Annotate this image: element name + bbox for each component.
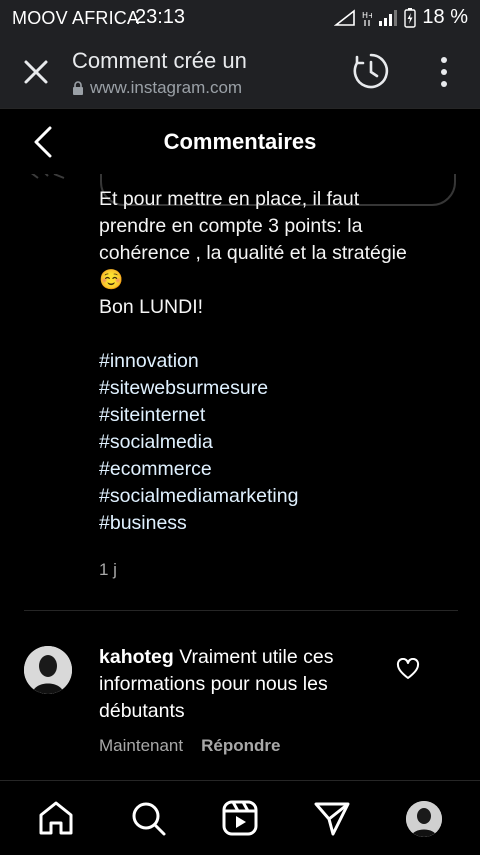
status-bar: MOOV AFRICA 23:13 H+ 18 % [0, 0, 480, 36]
caption-line: Et pour mettre en place, il faut [99, 188, 360, 210]
hashtag-link[interactable]: #socialmediamarketing [99, 483, 449, 510]
signal-outline-icon [334, 8, 356, 26]
comment-username[interactable]: kahoteg [99, 646, 174, 668]
hashtag-link[interactable]: #business [99, 510, 449, 537]
lock-icon [73, 81, 83, 95]
history-icon[interactable] [352, 52, 390, 90]
page-title: Commentaires [163, 129, 317, 154]
comment-avatar[interactable] [24, 646, 72, 694]
caption-emoji: ☺️ [99, 269, 124, 291]
hashtag-link[interactable]: #sitewebsurmesure [99, 375, 449, 402]
heart-icon[interactable] [396, 658, 420, 680]
home-icon[interactable] [37, 799, 75, 837]
divider [24, 610, 458, 611]
profile-avatar[interactable] [406, 801, 442, 837]
hashtag-link[interactable]: #ecommerce [99, 456, 449, 483]
search-icon[interactable] [129, 799, 167, 837]
status-time: 23:13 [135, 6, 186, 28]
caption-line: prendre en compte 3 points: la [99, 215, 363, 237]
reply-button[interactable]: Répondre [201, 736, 280, 756]
comments-list[interactable]: Et pour mettre en place, il faut prendre… [0, 174, 480, 780]
comments-header: Commentaires [0, 108, 480, 175]
browser-page-title: Comment crée un [72, 48, 247, 73]
svg-text:H+: H+ [362, 11, 372, 20]
more-vert-icon[interactable] [430, 54, 458, 90]
hplus-icon: H+ [362, 11, 372, 26]
browser-url[interactable]: www.instagram.com [72, 78, 242, 98]
signal-bars-icon [379, 9, 398, 26]
post-timestamp: 1 j [99, 560, 117, 579]
bottom-nav [0, 780, 480, 855]
battery-percent: 18 % [422, 6, 468, 28]
avatar-image [406, 801, 442, 837]
carrier-name: MOOV AFRICA [12, 8, 140, 28]
hashtag-link[interactable]: #siteinternet [99, 402, 449, 429]
caption-line: cohérence , la qualité et la stratégie [99, 242, 407, 264]
comment-meta: Maintenant Répondre [99, 736, 280, 756]
url-text: www.instagram.com [90, 78, 243, 97]
caption-line: Bon LUNDI! [99, 296, 204, 318]
comment-timestamp: Maintenant [99, 736, 184, 755]
battery-icon [404, 7, 417, 28]
post-caption: Et pour mettre en place, il faut prendre… [99, 188, 449, 537]
avatar-image [24, 646, 72, 694]
hashtag-link[interactable]: #socialmedia [99, 429, 449, 456]
hashtag-link[interactable]: #innovation [99, 348, 449, 375]
close-icon[interactable] [22, 58, 50, 86]
status-icons: H+ 18 % [334, 6, 468, 29]
post-avatar-partial [31, 174, 65, 179]
browser-toolbar: Comment crée un www.instagram.com [0, 36, 480, 108]
reels-icon[interactable] [221, 799, 259, 837]
comment-body: kahoteg Vraiment utile ces informations … [99, 644, 379, 725]
direct-icon[interactable] [313, 799, 351, 837]
